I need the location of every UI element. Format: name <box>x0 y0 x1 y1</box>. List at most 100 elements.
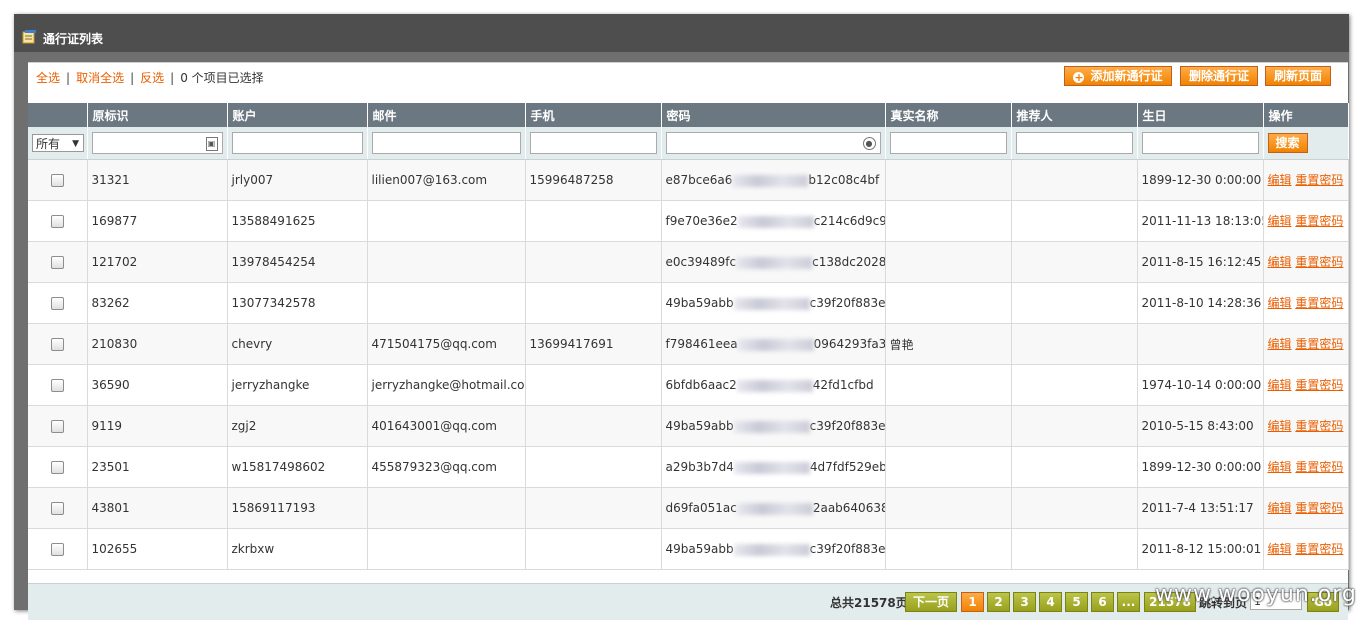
reset-password-link[interactable]: 重置密码 <box>1295 501 1343 515</box>
reset-password-link[interactable]: 重置密码 <box>1295 337 1343 351</box>
edit-link[interactable]: 编辑 <box>1268 214 1292 228</box>
password-redacted <box>736 256 813 269</box>
row-birthday: 2011-8-12 15:00:01 <box>1137 528 1264 570</box>
filter-id-input[interactable]: ▣ <box>91 132 223 154</box>
edit-link[interactable]: 编辑 <box>1268 542 1292 556</box>
row-id: 23501 <box>87 446 228 488</box>
header-account[interactable]: 账户 <box>227 103 368 127</box>
filter-email-input[interactable] <box>371 132 521 154</box>
row-birthday: 2011-7-4 13:51:17 <box>1137 487 1264 529</box>
row-phone <box>525 405 662 447</box>
page-button-6[interactable]: 6 <box>1091 592 1114 612</box>
pager: 总共21578页 下一页 1 2 3 4 5 6 ... 21578 跳转到页 … <box>28 583 1348 620</box>
filter-birthday-input[interactable] <box>1141 132 1259 154</box>
header-referrer[interactable]: 推荐人 <box>1011 103 1138 127</box>
header-email[interactable]: 邮件 <box>367 103 526 127</box>
edit-link[interactable]: 编辑 <box>1268 501 1292 515</box>
edit-link[interactable]: 编辑 <box>1268 296 1292 310</box>
password-prefix: e87bce6a6 <box>665 173 733 187</box>
row-checkbox[interactable] <box>50 419 64 433</box>
edit-link[interactable]: 编辑 <box>1268 255 1292 269</box>
row-actions: 编辑 重置密码 <box>1263 446 1349 488</box>
row-id: 102655 <box>87 528 228 570</box>
row-id: 9119 <box>87 405 228 447</box>
add-pass-button[interactable]: + 添加新通行证 <box>1064 66 1172 86</box>
pager-total: 总共21578页 <box>830 596 908 610</box>
row-referrer <box>1011 405 1138 447</box>
page-ellipsis[interactable]: ... <box>1117 592 1140 612</box>
reset-password-link[interactable]: 重置密码 <box>1295 214 1343 228</box>
edit-link[interactable]: 编辑 <box>1268 378 1292 392</box>
row-checkbox[interactable] <box>50 337 64 351</box>
reset-password-link[interactable]: 重置密码 <box>1295 460 1343 474</box>
row-checkbox[interactable] <box>50 255 64 269</box>
row-account: 13978454254 <box>227 241 368 283</box>
row-birthday: 2011-8-15 16:12:45 <box>1137 241 1264 283</box>
page-button-1[interactable]: 1 <box>961 592 984 612</box>
header-real-name[interactable]: 真实名称 <box>885 103 1012 127</box>
row-phone <box>525 282 662 324</box>
filter-password-input[interactable]: ● <box>665 132 881 154</box>
row-checkbox[interactable] <box>50 296 64 310</box>
reset-password-link[interactable]: 重置密码 <box>1295 378 1343 392</box>
table-row: 9119 zgj2 401643001@qq.com 49ba59abb c39f20f… <box>28 405 1349 447</box>
filter-referrer-cell <box>1011 127 1138 160</box>
reset-password-link[interactable]: 重置密码 <box>1295 296 1343 310</box>
row-real-name <box>885 446 1012 488</box>
window-titlebar: 通行证列表 <box>14 14 1349 52</box>
window-title: 通行证列表 <box>43 32 104 46</box>
refresh-page-button[interactable]: 刷新页面 <box>1265 66 1331 86</box>
filter-name-input[interactable] <box>889 132 1007 154</box>
row-actions: 编辑 重置密码 <box>1263 405 1349 447</box>
invert-selection-link[interactable]: 反选 <box>140 71 164 85</box>
select-all-link[interactable]: 全选 <box>36 71 60 85</box>
row-phone: 15996487258 <box>525 159 662 201</box>
filter-select[interactable]: 所有 ▼ <box>32 134 84 152</box>
row-checkbox[interactable] <box>50 460 64 474</box>
header-phone[interactable]: 手机 <box>525 103 662 127</box>
row-checkbox-cell <box>28 487 88 529</box>
page-button-5[interactable]: 5 <box>1065 592 1088 612</box>
filter-search-cell: 搜索 <box>1263 127 1349 160</box>
deselect-all-link[interactable]: 取消全选 <box>76 71 124 85</box>
page-button-4[interactable]: 4 <box>1039 592 1062 612</box>
header-birthday[interactable]: 生日 <box>1137 103 1264 127</box>
reset-password-link[interactable]: 重置密码 <box>1295 542 1343 556</box>
reset-password-link[interactable]: 重置密码 <box>1295 419 1343 433</box>
filter-select-cell: 所有 ▼ <box>28 127 88 160</box>
row-birthday: 1974-10-14 0:00:00 <box>1137 364 1264 406</box>
row-actions: 编辑 重置密码 <box>1263 323 1349 365</box>
row-checkbox[interactable] <box>50 501 64 515</box>
separator: | <box>170 71 175 85</box>
row-checkbox[interactable] <box>50 378 64 392</box>
edit-link[interactable]: 编辑 <box>1268 419 1292 433</box>
next-page-button[interactable]: 下一页 <box>905 592 957 612</box>
row-checkbox-cell <box>28 528 88 570</box>
row-email: 471504175@qq.com <box>367 323 526 365</box>
header-id[interactable]: 原标识 <box>87 103 228 127</box>
reset-password-link[interactable]: 重置密码 <box>1295 255 1343 269</box>
edit-link[interactable]: 编辑 <box>1268 337 1292 351</box>
row-checkbox[interactable] <box>50 173 64 187</box>
search-button[interactable]: 搜索 <box>1267 133 1308 153</box>
row-password: e0c39489fc c138dc2028 <box>661 241 886 283</box>
edit-link[interactable]: 编辑 <box>1268 460 1292 474</box>
filter-account-input[interactable] <box>231 132 363 154</box>
selection-count: 0 个项目已选择 <box>180 71 264 85</box>
page-button-2[interactable]: 2 <box>987 592 1010 612</box>
delete-pass-button[interactable]: 删除通行证 <box>1180 66 1258 86</box>
filter-phone-cell <box>525 127 662 160</box>
filter-referrer-input[interactable] <box>1015 132 1133 154</box>
row-password: e87bce6a6 b12c08c4bf <box>661 159 886 201</box>
header-password[interactable]: 密码 <box>661 103 886 127</box>
row-birthday: 2011-8-10 14:28:36 <box>1137 282 1264 324</box>
row-email <box>367 200 526 242</box>
filter-phone-input[interactable] <box>529 132 657 154</box>
edit-link[interactable]: 编辑 <box>1268 173 1292 187</box>
row-checkbox[interactable] <box>50 214 64 228</box>
reset-password-link[interactable]: 重置密码 <box>1295 173 1343 187</box>
row-account: 13588491625 <box>227 200 368 242</box>
table-row: 102655 zkrbxw 49ba59abb c39f20f883e 2011-8-1… <box>28 528 1349 570</box>
page-button-3[interactable]: 3 <box>1013 592 1036 612</box>
row-checkbox[interactable] <box>50 542 64 556</box>
